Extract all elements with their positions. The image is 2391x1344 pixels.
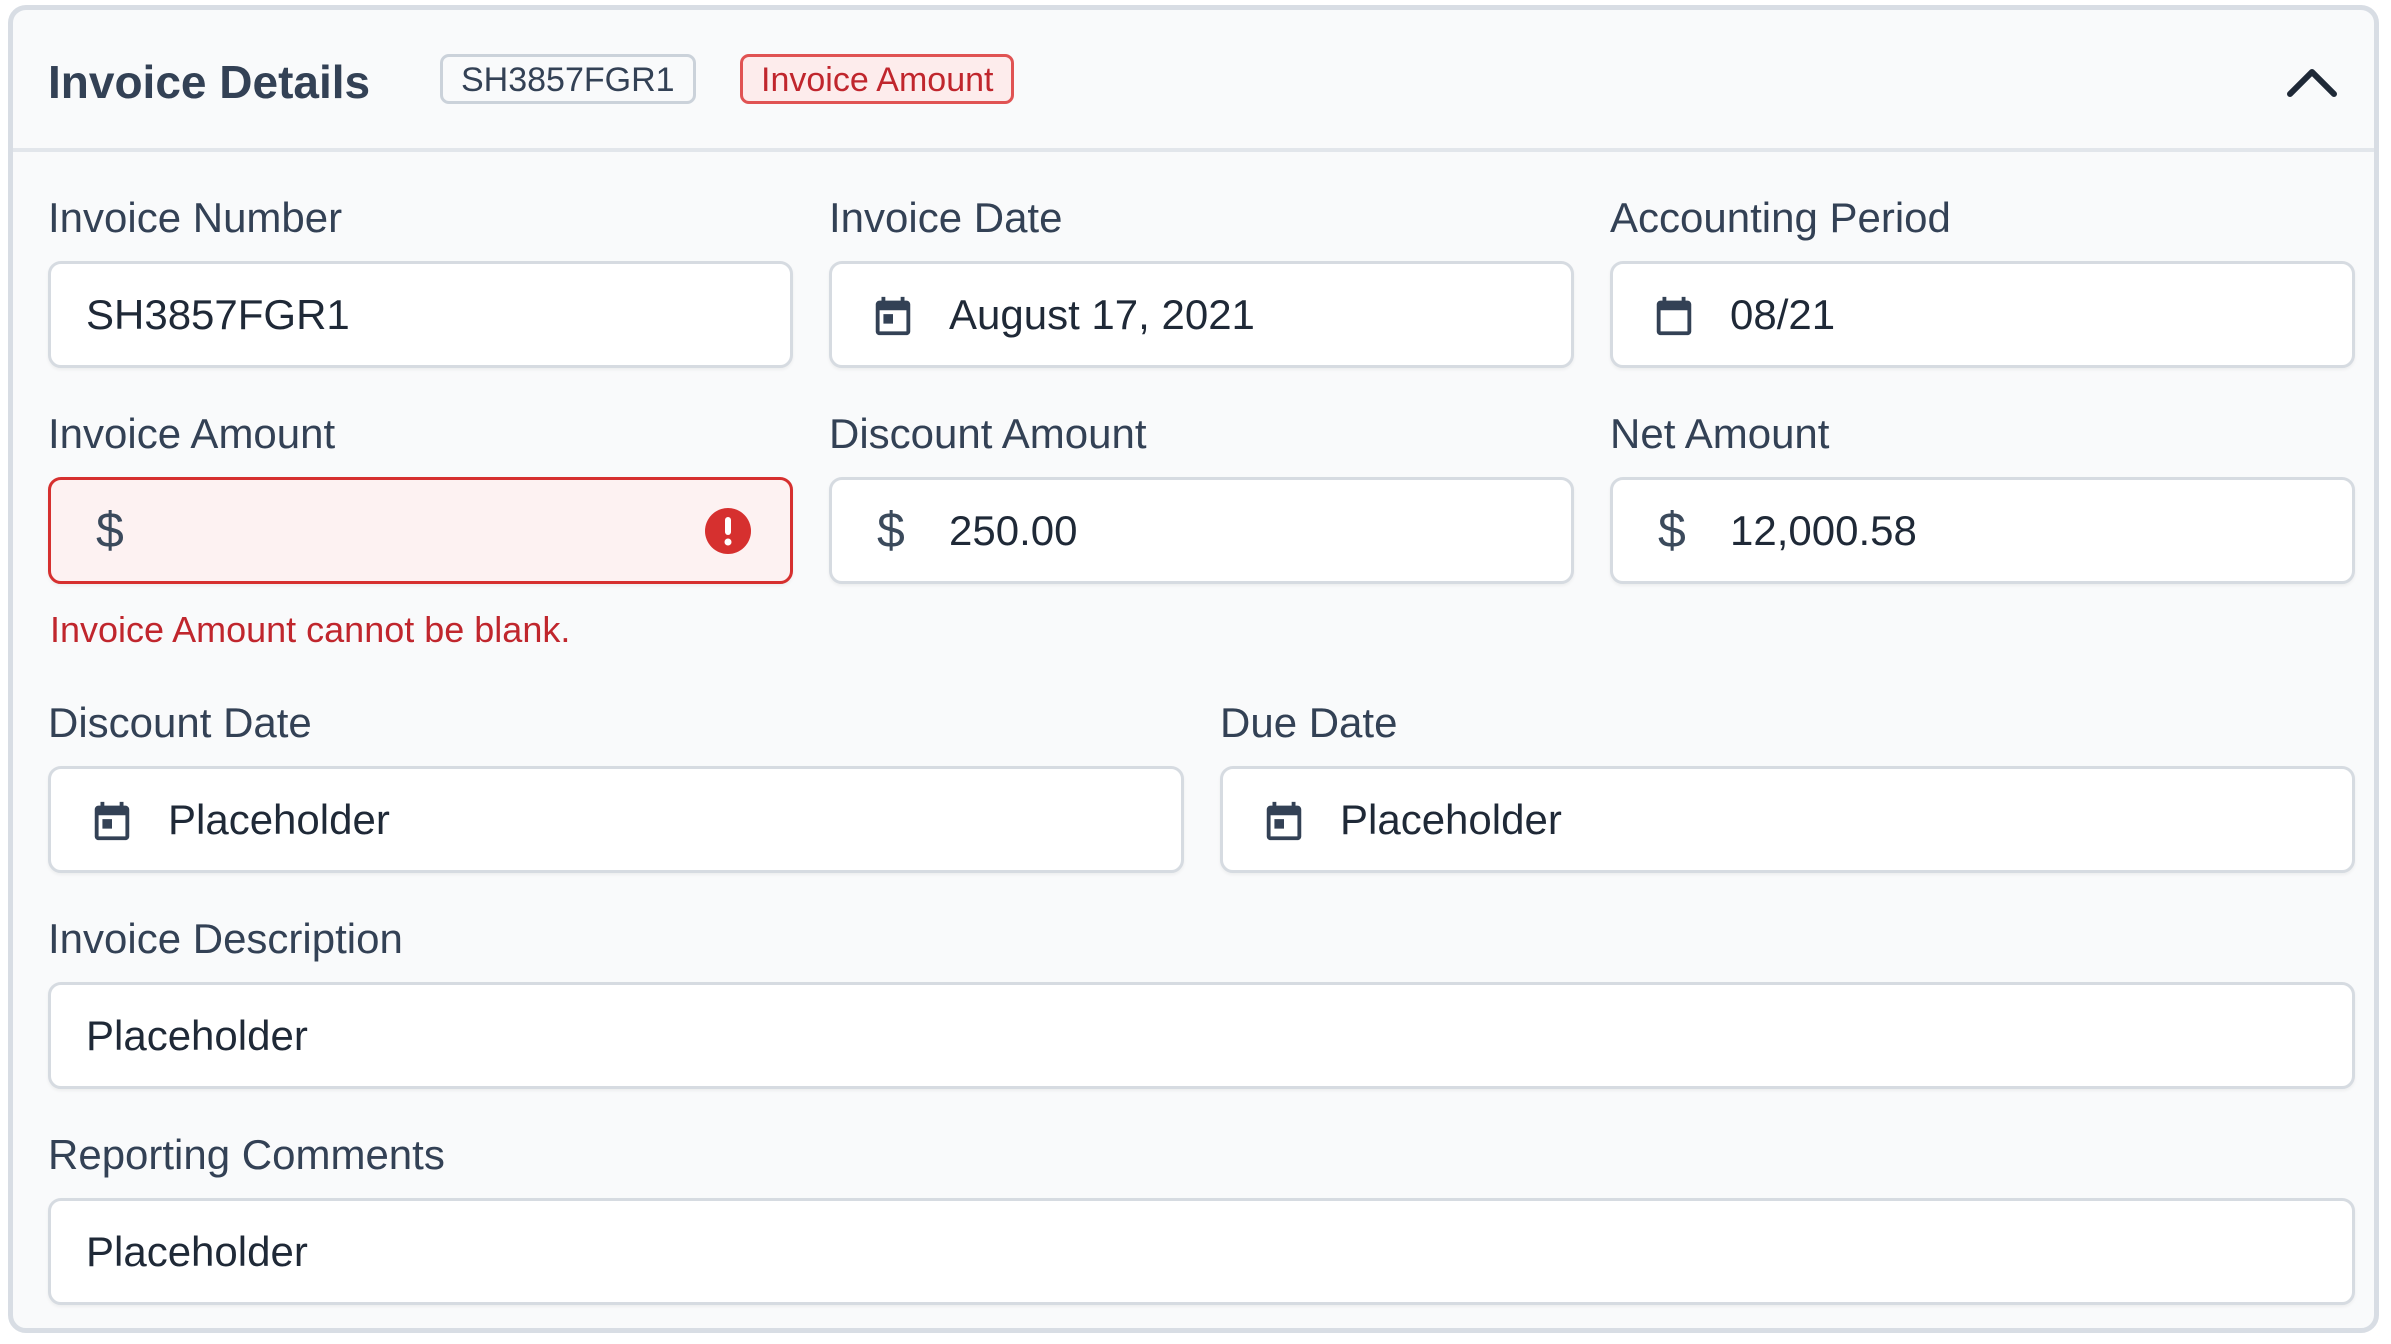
- calendar-icon: [875, 296, 911, 336]
- calendar-icon: [1266, 801, 1302, 841]
- invoice-details-panel: Invoice Details SH3857FGR1 Invoice Amoun…: [8, 5, 2379, 1333]
- invoice-date-label: Invoice Date: [829, 194, 1063, 241]
- panel-title: Invoice Details: [48, 56, 371, 108]
- invoice-amount-error-message: Invoice Amount cannot be blank.: [50, 609, 571, 650]
- due-date-placeholder: Placeholder: [1340, 796, 1562, 843]
- discount-amount-label: Discount Amount: [829, 410, 1147, 457]
- invoice-id-badge: SH3857FGR1: [440, 54, 696, 104]
- accounting-period-value: 08/21: [1730, 291, 1836, 338]
- net-amount-label: Net Amount: [1610, 410, 1830, 457]
- invoice-amount-label: Invoice Amount: [48, 410, 336, 457]
- invoice-date-field[interactable]: August 17, 2021: [829, 261, 1574, 368]
- currency-prefix: $: [96, 502, 124, 558]
- calendar-icon: [1656, 296, 1692, 336]
- invoice-number-field[interactable]: SH3857FGR1: [48, 261, 793, 368]
- currency-prefix: $: [877, 502, 905, 558]
- currency-prefix: $: [1658, 502, 1686, 558]
- error-icon: [705, 508, 751, 554]
- accounting-period-field[interactable]: 08/21: [1610, 261, 2355, 368]
- net-amount-value: 12,000.58: [1730, 507, 1917, 554]
- panel-header[interactable]: Invoice Details SH3857FGR1 Invoice Amoun…: [13, 10, 2374, 152]
- collapse-button[interactable]: [2280, 52, 2344, 116]
- discount-amount-value: 250.00: [949, 507, 1078, 554]
- reporting-comments-placeholder: Placeholder: [86, 1228, 308, 1275]
- invoice-number-value: SH3857FGR1: [86, 291, 350, 338]
- error-tag-badge: Invoice Amount: [740, 54, 1015, 104]
- due-date-label: Due Date: [1220, 699, 1398, 746]
- invoice-description-placeholder: Placeholder: [86, 1012, 308, 1059]
- accounting-period-label: Accounting Period: [1610, 194, 1951, 241]
- discount-date-placeholder: Placeholder: [168, 796, 390, 843]
- discount-date-field[interactable]: Placeholder: [48, 766, 1184, 873]
- chevron-up-icon: [2287, 69, 2337, 97]
- calendar-icon: [94, 801, 130, 841]
- invoice-description-label: Invoice Description: [48, 915, 403, 962]
- invoice-description-field[interactable]: Placeholder: [48, 982, 2355, 1089]
- discount-amount-field[interactable]: $ 250.00: [829, 477, 1574, 584]
- invoice-date-value: August 17, 2021: [949, 291, 1255, 338]
- net-amount-field[interactable]: $ 12,000.58: [1610, 477, 2355, 584]
- reporting-comments-field[interactable]: Placeholder: [48, 1198, 2355, 1305]
- due-date-field[interactable]: Placeholder: [1220, 766, 2355, 873]
- discount-date-label: Discount Date: [48, 699, 312, 746]
- reporting-comments-label: Reporting Comments: [48, 1131, 445, 1178]
- invoice-amount-field[interactable]: $: [48, 477, 793, 584]
- invoice-number-label: Invoice Number: [48, 194, 343, 241]
